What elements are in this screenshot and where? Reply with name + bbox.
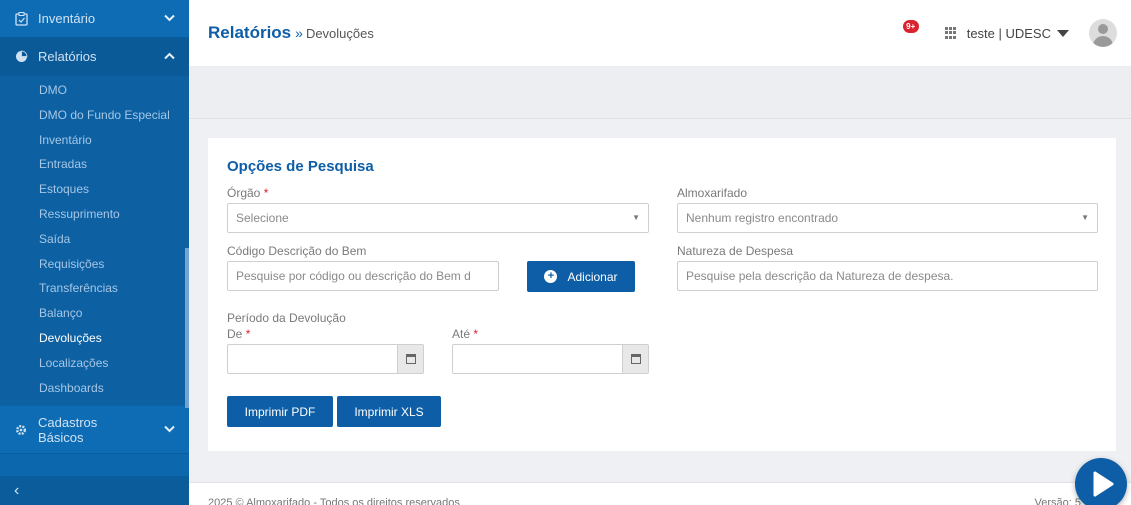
dropdown-arrow-icon: ▼ bbox=[1081, 213, 1089, 222]
sidebar-scrollbar[interactable] bbox=[185, 248, 189, 408]
pie-chart-icon bbox=[14, 50, 28, 64]
toolbar-strip bbox=[189, 66, 1131, 119]
sidebar-item-estoques[interactable]: Estoques bbox=[0, 177, 189, 202]
card-title: Opções de Pesquisa bbox=[227, 158, 374, 175]
sidebar-section-relatorios[interactable]: Relatórios bbox=[0, 38, 189, 76]
periodo-label: Período da Devolução bbox=[227, 311, 346, 325]
sidebar-section-inventario[interactable]: Inventário bbox=[0, 0, 189, 38]
gear-icon bbox=[14, 423, 28, 437]
breadcrumb-current: Devoluções bbox=[305, 25, 374, 41]
add-button-label: Adicionar bbox=[567, 269, 618, 284]
add-button[interactable]: + Adicionar bbox=[527, 261, 635, 292]
sidebar-section-label: Inventário bbox=[38, 11, 96, 26]
print-pdf-button[interactable]: Imprimir PDF bbox=[227, 396, 333, 427]
orgao-label-text: Órgão bbox=[227, 186, 261, 200]
calendar-icon[interactable] bbox=[397, 345, 423, 373]
codigo-placeholder: Pesquise por código ou descrição do Bem … bbox=[236, 269, 471, 283]
sidebar-item-dmo-fundo-especial[interactable]: DMO do Fundo Especial bbox=[0, 103, 189, 128]
avatar[interactable] bbox=[1089, 19, 1117, 47]
sidebar-item-localizacoes[interactable]: Localizações bbox=[0, 351, 189, 376]
apps-grid-icon[interactable] bbox=[944, 27, 957, 39]
sidebar-item-saida[interactable]: Saída bbox=[0, 227, 189, 252]
sidebar-submenu-relatorios: DMO DMO do Fundo Especial Inventário Ent… bbox=[0, 76, 189, 408]
sidebar-item-dashboards[interactable]: Dashboards bbox=[0, 376, 189, 401]
orgao-select-value: Selecione bbox=[236, 211, 289, 225]
sidebar-item-dmo[interactable]: DMO bbox=[0, 78, 189, 103]
almoxarifado-select[interactable]: Nenhum registro encontrado ▼ bbox=[677, 203, 1098, 233]
date-from-input[interactable] bbox=[227, 344, 424, 374]
footer: 2025 © Almoxarifado - Todos os direitos … bbox=[189, 482, 1131, 505]
sidebar-item-inventario[interactable]: Inventário bbox=[0, 128, 189, 153]
sidebar: Inventário Relatórios DMO DMO do Fundo E… bbox=[0, 0, 189, 505]
sidebar-item-requisicoes[interactable]: Requisições bbox=[0, 252, 189, 277]
caret-down-icon[interactable] bbox=[1057, 29, 1069, 37]
sidebar-item-ressuprimento[interactable]: Ressuprimento bbox=[0, 202, 189, 227]
sidebar-item-transferencias[interactable]: Transferências bbox=[0, 276, 189, 301]
orgao-label: Órgão * bbox=[227, 186, 268, 200]
footer-version: Versão: 5 bbox=[1034, 497, 1081, 505]
sidebar-section-label: Cadastros Básicos bbox=[38, 415, 164, 445]
search-options-card: Opções de Pesquisa Órgão * Selecione ▼ A… bbox=[208, 138, 1116, 451]
required-marker: * bbox=[263, 186, 269, 200]
required-marker: * bbox=[245, 327, 251, 341]
header-actions: 9+ teste | UDESC bbox=[902, 0, 1117, 66]
de-label-text: De bbox=[227, 327, 243, 341]
chevron-down-icon bbox=[164, 424, 175, 436]
clipboard-icon bbox=[14, 11, 28, 26]
footer-copyright: 2025 © Almoxarifado - Todos os direitos … bbox=[208, 497, 460, 505]
orgao-select[interactable]: Selecione ▼ bbox=[227, 203, 649, 233]
chevron-left-icon: ‹ bbox=[14, 482, 20, 499]
calendar-icon[interactable] bbox=[622, 345, 648, 373]
notifications-button[interactable]: 9+ bbox=[902, 20, 921, 42]
sidebar-label-line1: Cadastros bbox=[38, 414, 98, 430]
play-icon bbox=[1093, 471, 1114, 497]
breadcrumb-title[interactable]: Relatórios bbox=[208, 23, 291, 43]
breadcrumb-separator: » bbox=[295, 25, 303, 41]
sidebar-collapse-button[interactable]: ‹ bbox=[0, 476, 189, 505]
almoxarifado-select-value: Nenhum registro encontrado bbox=[686, 211, 839, 225]
sidebar-item-balanco[interactable]: Balanço bbox=[0, 301, 189, 326]
sidebar-section-cadastros[interactable]: Cadastros Básicos bbox=[0, 406, 189, 454]
codigo-label: Código Descrição do Bem bbox=[227, 244, 367, 258]
natureza-label: Natureza de Despesa bbox=[677, 244, 794, 258]
natureza-placeholder: Pesquise pela descrição da Natureza de d… bbox=[686, 269, 954, 283]
plus-circle-icon: + bbox=[544, 270, 558, 283]
codigo-search-input[interactable]: Pesquise por código ou descrição do Bem … bbox=[227, 261, 499, 291]
sidebar-section-label: Relatórios bbox=[38, 49, 97, 64]
play-fab-button[interactable] bbox=[1075, 458, 1127, 505]
user-menu-label[interactable]: teste | UDESC bbox=[967, 26, 1051, 41]
date-to-input[interactable] bbox=[452, 344, 649, 374]
sidebar-label-line2: Básicos bbox=[38, 429, 84, 445]
top-header: Relatórios » Devoluções 9+ teste | UDESC bbox=[189, 0, 1131, 66]
sidebar-item-devolucoes[interactable]: Devoluções bbox=[0, 326, 189, 351]
almoxarifado-label: Almoxarifado bbox=[677, 186, 748, 200]
natureza-search-input[interactable]: Pesquise pela descrição da Natureza de d… bbox=[677, 261, 1098, 291]
sidebar-item-entradas[interactable]: Entradas bbox=[0, 152, 189, 177]
ate-label-text: Até bbox=[452, 327, 471, 341]
de-label: De * bbox=[227, 327, 250, 341]
notification-badge: 9+ bbox=[902, 20, 919, 33]
dropdown-arrow-icon: ▼ bbox=[632, 213, 640, 222]
chevron-down-icon bbox=[164, 13, 175, 25]
ate-label: Até * bbox=[452, 327, 478, 341]
chevron-up-icon bbox=[164, 51, 175, 63]
required-marker: * bbox=[473, 327, 479, 341]
print-xls-button[interactable]: Imprimir XLS bbox=[337, 396, 441, 427]
